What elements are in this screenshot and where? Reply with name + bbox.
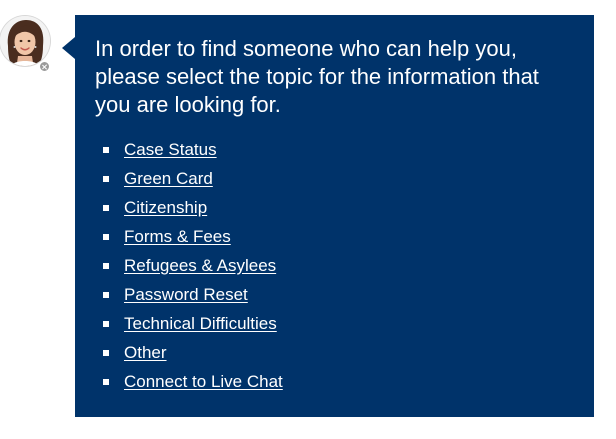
topic-link-connect-live-chat[interactable]: Connect to Live Chat: [124, 372, 283, 391]
list-item: Technical Difficulties: [95, 309, 570, 338]
bubble-pointer: [62, 37, 75, 59]
list-item: Refugees & Asylees: [95, 251, 570, 280]
chat-message-text: In order to find someone who can help yo…: [95, 36, 539, 117]
bullet-icon: [103, 263, 109, 269]
topic-link-forms-fees[interactable]: Forms & Fees: [124, 227, 231, 246]
topic-link-citizenship[interactable]: Citizenship: [124, 198, 207, 217]
bullet-icon: [103, 234, 109, 240]
list-item: Case Status: [95, 135, 570, 164]
list-item: Other: [95, 338, 570, 367]
topic-list: Case Status Green Card Citizenship Forms…: [95, 135, 570, 396]
bullet-icon: [103, 292, 109, 298]
topic-link-other[interactable]: Other: [124, 343, 167, 362]
list-item: Connect to Live Chat: [95, 367, 570, 396]
close-icon[interactable]: [39, 61, 50, 72]
chat-window: In order to find someone who can help yo…: [0, 0, 616, 439]
bullet-icon: [103, 379, 109, 385]
topic-link-case-status[interactable]: Case Status: [124, 140, 217, 159]
topic-link-password-reset[interactable]: Password Reset: [124, 285, 248, 304]
topic-link-technical-difficulties[interactable]: Technical Difficulties: [124, 314, 277, 333]
agent-avatar-container: [0, 16, 52, 74]
chat-message-bubble: In order to find someone who can help yo…: [75, 15, 594, 417]
bullet-icon: [103, 147, 109, 153]
topic-link-refugees-asylees[interactable]: Refugees & Asylees: [124, 256, 276, 275]
bullet-icon: [103, 321, 109, 327]
agent-avatar-icon: [0, 16, 50, 66]
bullet-icon: [103, 205, 109, 211]
topic-link-green-card[interactable]: Green Card: [124, 169, 213, 188]
bullet-icon: [103, 176, 109, 182]
list-item: Password Reset: [95, 280, 570, 309]
list-item: Citizenship: [95, 193, 570, 222]
bullet-icon: [103, 350, 109, 356]
list-item: Forms & Fees: [95, 222, 570, 251]
list-item: Green Card: [95, 164, 570, 193]
